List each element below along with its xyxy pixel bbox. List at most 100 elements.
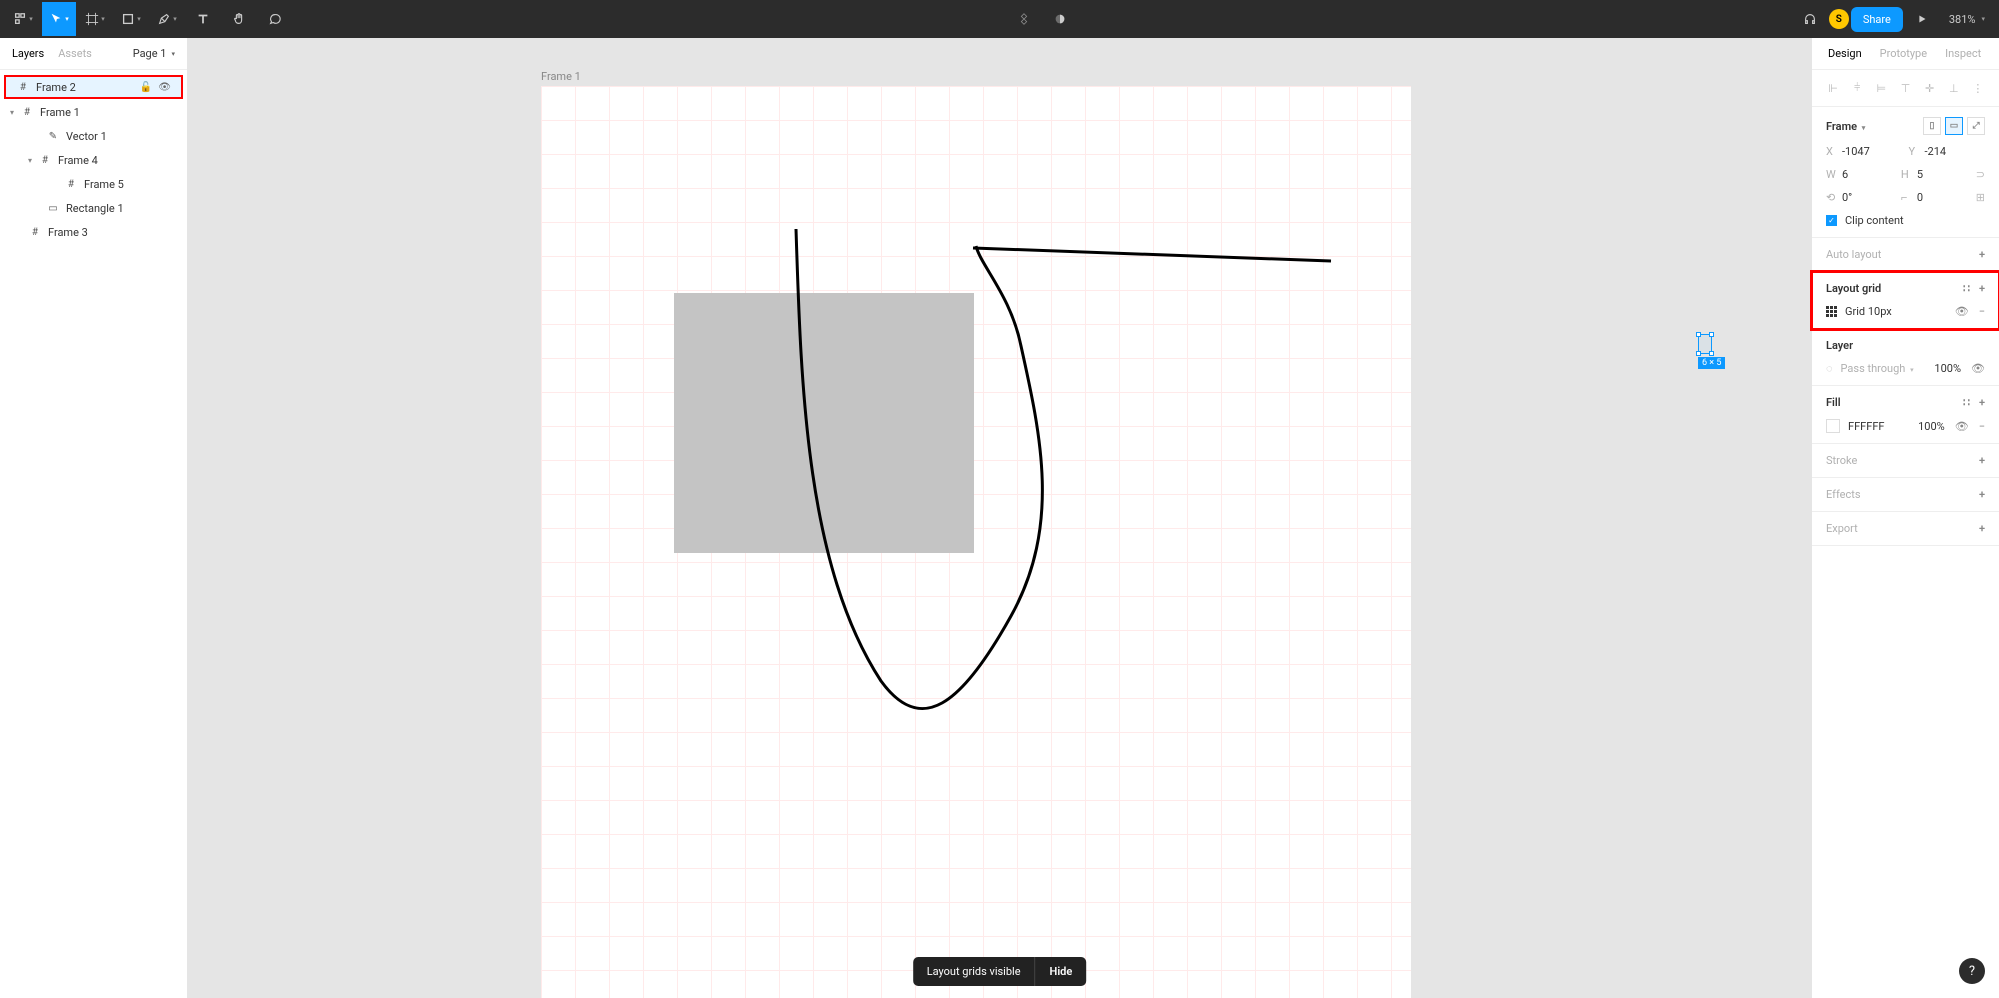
canvas-vector-paths[interactable]: [541, 86, 1411, 998]
y-value[interactable]: -214: [1925, 145, 1947, 158]
headphones-icon[interactable]: [1793, 2, 1827, 36]
add-export-button[interactable]: +: [1979, 522, 1985, 535]
add-effect-button[interactable]: +: [1979, 488, 1985, 501]
prototype-tab[interactable]: Prototype: [1880, 47, 1927, 60]
h-value[interactable]: 5: [1917, 168, 1923, 181]
rotation-icon: ⟲: [1826, 191, 1836, 204]
fill-visibility-icon[interactable]: 👁: [1955, 420, 1969, 433]
layer-row-rectangle1[interactable]: ▭ Rectangle 1: [0, 196, 187, 220]
y-label: Y: [1909, 145, 1919, 158]
comment-tool-button[interactable]: [258, 2, 292, 36]
main-menu-button[interactable]: ▾: [6, 2, 40, 36]
shape-tool-button[interactable]: ▾: [114, 2, 148, 36]
rect-icon: ▭: [46, 203, 60, 214]
align-bottom-icon[interactable]: ⊥: [1943, 78, 1965, 98]
page-selector[interactable]: Page 1▾: [133, 47, 175, 60]
layer-label: Frame 2: [36, 81, 76, 94]
align-more-icon[interactable]: ⋮: [1967, 78, 1989, 98]
zoom-dropdown[interactable]: 381%▾: [1941, 13, 1993, 26]
layer-row-frame2[interactable]: # Frame 2 🔓 👁: [4, 75, 183, 99]
align-right-icon[interactable]: ⊨: [1870, 78, 1892, 98]
visibility-icon[interactable]: 👁: [158, 82, 171, 93]
assets-tab[interactable]: Assets: [58, 47, 92, 60]
layer-visibility-icon[interactable]: 👁: [1971, 362, 1985, 375]
resize-to-fit-button[interactable]: ⤢: [1967, 117, 1985, 135]
portrait-orientation-button[interactable]: ▯: [1923, 117, 1941, 135]
layer-row-frame5[interactable]: # Frame 5: [0, 172, 187, 196]
frame-tool-button[interactable]: ▾: [78, 2, 112, 36]
canvas[interactable]: Frame 1 6 × 5: [188, 38, 1811, 998]
share-button[interactable]: Share: [1851, 7, 1903, 32]
canvas-frame-1[interactable]: [541, 86, 1411, 998]
layer-row-vector1[interactable]: ✎ Vector 1: [0, 124, 187, 148]
lock-icon[interactable]: 🔓: [140, 82, 152, 93]
layer-opacity-value[interactable]: 100%: [1934, 362, 1961, 375]
toast-message: Layout grids visible: [913, 957, 1035, 986]
frame-label[interactable]: Frame ▾: [1826, 120, 1865, 133]
layer-label: Rectangle 1: [66, 202, 124, 215]
layout-grid-label: Layout grid: [1826, 282, 1881, 295]
blend-mode-value[interactable]: Pass through ▾: [1841, 362, 1914, 375]
layer-label: Vector 1: [66, 130, 107, 143]
frame-icon: #: [16, 82, 30, 93]
remove-fill-button[interactable]: −: [1979, 420, 1985, 433]
fill-color-swatch[interactable]: [1826, 419, 1840, 433]
layer-row-frame4[interactable]: ▾ # Frame 4: [0, 148, 187, 172]
add-grid-button[interactable]: +: [1979, 282, 1985, 295]
remove-grid-button[interactable]: −: [1979, 305, 1985, 318]
fill-opacity-value[interactable]: 100%: [1918, 420, 1945, 433]
grid-icon[interactable]: [1826, 306, 1837, 317]
grid-visibility-icon[interactable]: 👁: [1955, 305, 1969, 318]
canvas-selected-frame2[interactable]: 6 × 5: [1698, 334, 1725, 369]
user-avatar[interactable]: S: [1829, 9, 1849, 29]
grid-styles-button[interactable]: ∷: [1963, 282, 1969, 295]
align-top-icon[interactable]: ⊤: [1894, 78, 1916, 98]
text-tool-button[interactable]: [186, 2, 220, 36]
selection-dimensions-badge: 6 × 5: [1698, 357, 1725, 369]
top-toolbar: ▾ ▾ ▾ ▾ ▾ S Share 381%▾: [0, 0, 1999, 38]
hand-tool-button[interactable]: [222, 2, 256, 36]
corner-radius-value[interactable]: 0: [1917, 191, 1923, 204]
independent-corners-icon[interactable]: ⊞: [1976, 191, 1985, 204]
h-label: H: [1901, 168, 1911, 181]
layer-row-frame1[interactable]: ▾ # Frame 1: [0, 100, 187, 124]
component-icon[interactable]: [1007, 2, 1041, 36]
expand-arrow-icon[interactable]: ▾: [10, 108, 18, 117]
frame-section: Frame ▾ ▯ ▭ ⤢ X-1047 Y-214 W6 H5 ⊃ ⟲0° ⌐…: [1812, 107, 1999, 238]
frame-label[interactable]: Frame 1: [541, 70, 581, 83]
align-hcenter-icon[interactable]: ⫩: [1846, 78, 1868, 98]
vector-icon: ✎: [46, 131, 60, 142]
effects-label: Effects: [1826, 488, 1861, 501]
toast-hide-button[interactable]: Hide: [1035, 957, 1087, 986]
blend-mode-icon[interactable]: ◌: [1826, 362, 1833, 375]
design-tab[interactable]: Design: [1828, 47, 1862, 60]
w-value[interactable]: 6: [1842, 168, 1848, 181]
layer-row-frame3[interactable]: # Frame 3: [0, 220, 187, 244]
align-left-icon[interactable]: ⊩: [1822, 78, 1844, 98]
clip-content-checkbox[interactable]: ✓: [1826, 215, 1837, 226]
expand-arrow-icon[interactable]: ▾: [28, 156, 36, 165]
alignment-controls: ⊩ ⫩ ⊨ ⊤ ✛ ⊥ ⋮: [1812, 70, 1999, 107]
add-auto-layout-button[interactable]: +: [1979, 248, 1985, 261]
landscape-orientation-button[interactable]: ▭: [1945, 117, 1963, 135]
x-value[interactable]: -1047: [1842, 145, 1870, 158]
help-button[interactable]: ?: [1959, 958, 1985, 984]
frame-icon: #: [38, 155, 52, 166]
export-label: Export: [1826, 522, 1858, 535]
layer-label: Frame 5: [84, 178, 124, 191]
fill-hex-value[interactable]: FFFFFF: [1848, 420, 1884, 433]
rotation-value[interactable]: 0°: [1842, 191, 1852, 204]
auto-layout-label: Auto layout: [1826, 248, 1881, 261]
fill-styles-button[interactable]: ∷: [1963, 396, 1969, 409]
align-vcenter-icon[interactable]: ✛: [1919, 78, 1941, 98]
move-tool-button[interactable]: ▾: [42, 2, 76, 36]
mask-icon[interactable]: [1043, 2, 1077, 36]
constrain-proportions-icon[interactable]: ⊃: [1976, 168, 1985, 181]
layers-tab[interactable]: Layers: [12, 47, 44, 60]
inspect-tab[interactable]: Inspect: [1945, 47, 1981, 60]
present-button[interactable]: [1905, 2, 1939, 36]
pen-tool-button[interactable]: ▾: [150, 2, 184, 36]
add-fill-button[interactable]: +: [1979, 396, 1985, 409]
add-stroke-button[interactable]: +: [1979, 454, 1985, 467]
grid-item-label[interactable]: Grid 10px: [1845, 305, 1892, 318]
